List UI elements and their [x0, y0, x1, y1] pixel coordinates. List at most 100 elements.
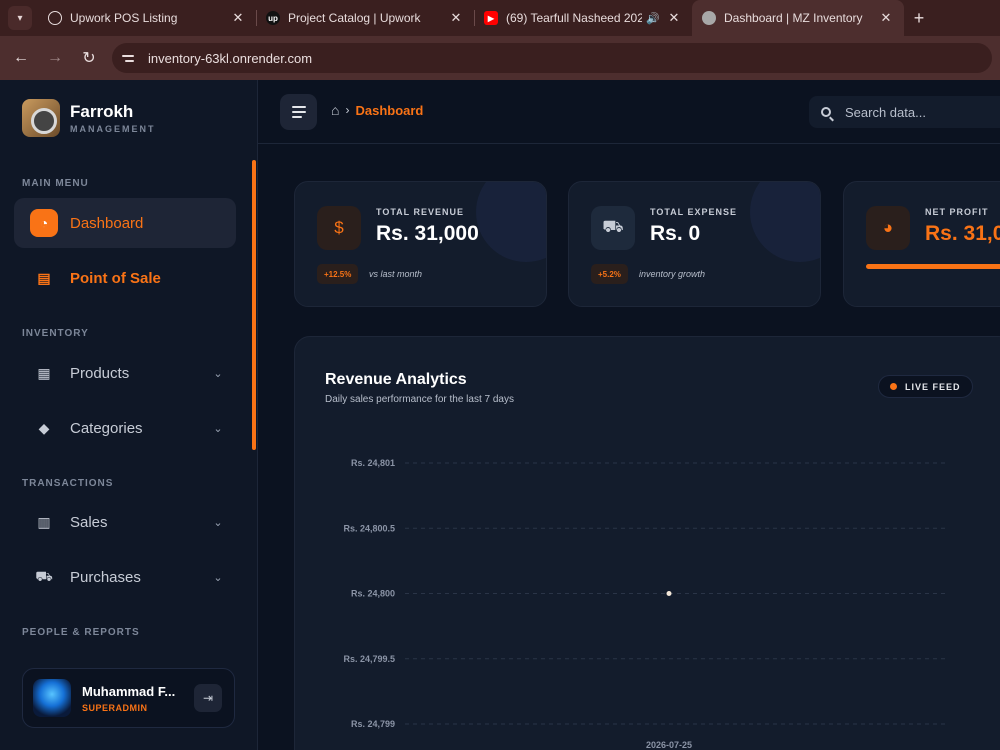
stat-label: TOTAL EXPENSE [650, 207, 738, 217]
brand-name: Farrokh [70, 102, 134, 121]
search-box[interactable] [809, 96, 1000, 128]
sidebar-item-label: Dashboard [70, 214, 144, 232]
y-tick-label: Rs. 24,800 [351, 589, 395, 599]
browser-tab-strip: ▾ Upwork POS Listing ✕ up Project Catalo… [0, 0, 1000, 36]
youtube-icon: ▶ [484, 11, 498, 25]
globe-icon [702, 11, 716, 25]
browser-tab-3[interactable]: ▶ (69) Tearfull Nasheed 2023 | 🔊 ✕ [474, 0, 692, 36]
sidebar: Farrokh MANAGEMENT MAIN MENU ◔ Dashboard… [0, 80, 258, 750]
close-icon[interactable]: ✕ [666, 10, 682, 26]
breadcrumb-current: Dashboard [355, 102, 424, 118]
section-label-main-menu: MAIN MENU [22, 178, 89, 189]
browser-toolbar: ← → ↻ inventory-63kl.onrender.com [0, 36, 1000, 80]
stat-note: vs last month [369, 269, 423, 279]
revenue-line-chart: Rs. 24,801 Rs. 24,800.5 Rs. 24,800 Rs. 24,7… [343, 458, 949, 750]
cart-icon: ⛟ [35, 567, 53, 584]
section-label-transactions: TRANSACTIONS [22, 478, 114, 489]
money-bag-icon: $ [317, 206, 361, 250]
address-bar[interactable]: inventory-63kl.onrender.com [112, 43, 992, 73]
close-icon[interactable]: ✕ [448, 10, 464, 26]
top-header: ⌂ › Dashboard [258, 80, 1000, 144]
reload-icon[interactable]: ↻ [72, 48, 106, 68]
tab-search-button[interactable]: ▾ [8, 6, 32, 30]
home-icon[interactable]: ⌂ [331, 102, 339, 118]
receipt-icon: ▥ [37, 513, 51, 530]
site-info-icon[interactable] [122, 50, 138, 66]
revenue-chart-card: Revenue Analytics Daily sales performanc… [294, 336, 1000, 750]
user-name: Muhammad F... [82, 683, 176, 699]
breadcrumb: ⌂ › Dashboard [331, 102, 423, 118]
url-text: inventory-63kl.onrender.com [148, 50, 313, 66]
forward-arrow-icon[interactable]: → [38, 49, 72, 67]
chevron-down-icon: ⌄ [213, 516, 223, 529]
sidebar-item-categories[interactable]: ◆ Categories ⌄ [14, 403, 236, 453]
y-tick-label: Rs. 24,799.5 [343, 654, 395, 664]
openai-icon [48, 11, 62, 25]
brand-logo [22, 99, 60, 137]
chevron-right-icon: › [345, 103, 350, 117]
new-tab-button[interactable]: + [904, 8, 934, 29]
stat-note: inventory growth [639, 269, 706, 279]
stat-card-expense: ⛟ TOTAL EXPENSE Rs. 0 +5.2% inventory gr… [568, 181, 821, 307]
browser-tab-1[interactable]: Upwork POS Listing ✕ [38, 0, 256, 36]
sidebar-item-purchases[interactable]: ⛟ Purchases ⌄ [14, 552, 236, 602]
y-tick-label: Rs. 24,800.5 [343, 523, 395, 533]
data-point[interactable] [666, 591, 672, 596]
search-icon [821, 107, 831, 117]
main-content: ⌂ › Dashboard $ TOTAL REVENUE Rs. 31,000… [258, 80, 1000, 750]
browser-tab-2[interactable]: up Project Catalog | Upwork ✕ [256, 0, 474, 36]
back-arrow-icon[interactable]: ← [4, 49, 38, 67]
browser-tab-4[interactable]: Dashboard | MZ Inventory ✕ [692, 0, 904, 36]
sidebar-item-label: Products [70, 364, 130, 382]
brand-subtitle: MANAGEMENT [70, 124, 156, 134]
section-label-people-reports: PEOPLE & REPORTS [22, 627, 140, 638]
sidebar-item-label: Point of Sale [70, 269, 161, 287]
menu-toggle-button[interactable] [280, 94, 317, 130]
tags-icon: ◆ [38, 419, 50, 436]
sidebar-item-dashboard[interactable]: ◔ Dashboard [14, 198, 236, 248]
chevron-down-icon: ⌄ [213, 422, 223, 435]
stat-value: Rs. 31,0 [925, 222, 1000, 245]
tab-title: Dashboard | MZ Inventory [724, 11, 863, 25]
sidebar-item-label: Categories [70, 419, 143, 437]
avatar[interactable] [33, 679, 71, 717]
pie-chart-icon: ◕ [866, 206, 910, 250]
stat-value: Rs. 31,000 [376, 222, 479, 245]
upwork-icon: up [266, 11, 280, 25]
sidebar-item-point-of-sale[interactable]: ▤ Point of Sale [14, 253, 236, 303]
sidebar-item-label: Sales [70, 513, 108, 531]
stat-card-profit: ◕ NET PROFIT Rs. 31,0 [843, 181, 1000, 307]
speaker-icon[interactable]: 🔊 [646, 12, 660, 25]
close-icon[interactable]: ✕ [230, 10, 246, 26]
sidebar-scrollbar[interactable] [252, 160, 256, 450]
close-icon[interactable]: ✕ [878, 10, 894, 26]
sidebar-item-products[interactable]: ▦ Products ⌄ [14, 348, 236, 398]
stat-badge: +12.5% [317, 264, 359, 284]
profit-progress-bar [866, 264, 1000, 269]
x-tick-label: 2026-07-25 [646, 740, 692, 750]
tab-title: Project Catalog | Upwork [288, 11, 421, 25]
brand[interactable]: Farrokh MANAGEMENT [22, 99, 156, 137]
stat-value: Rs. 0 [650, 222, 701, 245]
user-role: SUPERADMIN [82, 702, 148, 713]
tab-title: Upwork POS Listing [70, 11, 178, 25]
logout-icon: ⇥ [202, 691, 214, 705]
speedometer-icon: ◔ [30, 209, 58, 237]
cash-register-icon: ▤ [37, 269, 51, 286]
logout-button[interactable]: ⇥ [194, 684, 222, 712]
stat-label: TOTAL REVENUE [376, 207, 465, 217]
stat-badge: +5.2% [591, 264, 628, 284]
tab-title: (69) Tearfull Nasheed 2023 | [506, 11, 643, 25]
y-tick-label: Rs. 24,801 [351, 458, 395, 468]
stat-label: NET PROFIT [925, 207, 989, 217]
stat-card-revenue: $ TOTAL REVENUE Rs. 31,000 +12.5% vs las… [294, 181, 547, 307]
sidebar-item-label: Purchases [70, 568, 141, 586]
y-tick-label: Rs. 24,799 [351, 719, 395, 729]
search-input[interactable] [845, 104, 995, 120]
boxes-icon: ▦ [37, 364, 51, 381]
sidebar-item-sales[interactable]: ▥ Sales ⌄ [14, 497, 236, 547]
chevron-down-icon: ⌄ [213, 571, 223, 584]
section-label-inventory: INVENTORY [22, 328, 89, 339]
user-profile-card: Muhammad F... SUPERADMIN ⇥ [22, 668, 235, 728]
cart-icon: ⛟ [591, 206, 635, 250]
